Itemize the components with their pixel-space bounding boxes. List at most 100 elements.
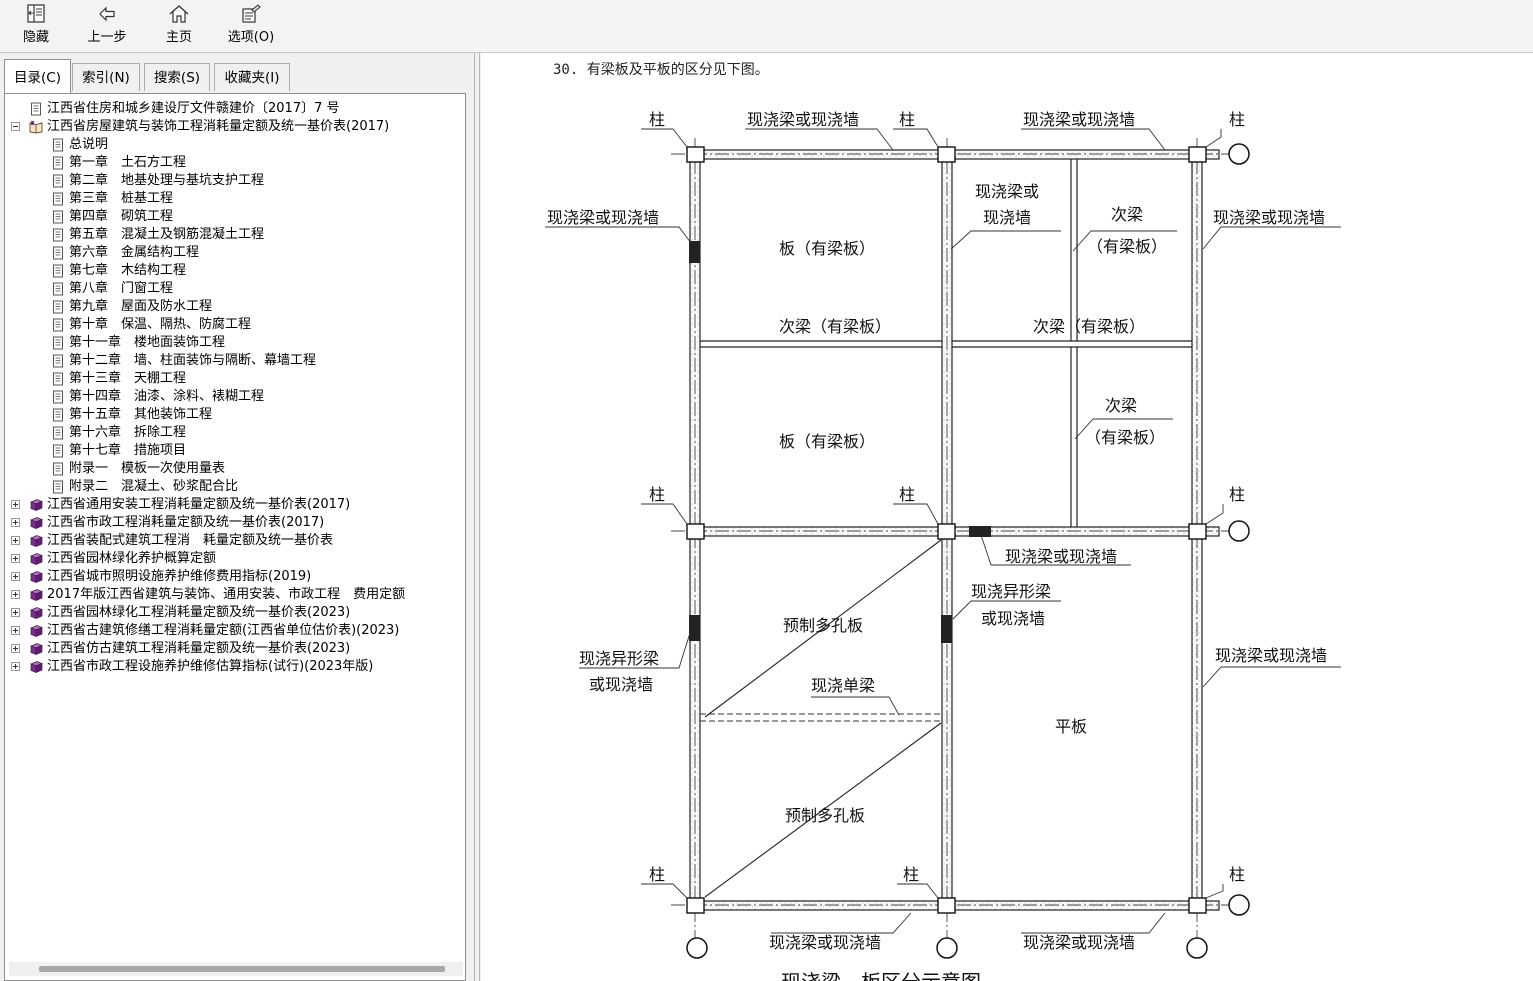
tree-item[interactable]: 第二章 地基处理与基坑支护工程 <box>5 172 465 190</box>
page-icon <box>53 174 63 188</box>
tree-item-label: 2017年版江西省建筑与装饰、通用安装、市政工程 费用定额 <box>47 587 406 602</box>
content-pane: 30. 有梁板及平板的区分见下图。 柱 柱 柱 柱 柱 柱 柱 柱 柱 现浇梁或… <box>481 53 1533 981</box>
expand-icon[interactable] <box>11 626 20 635</box>
tree-item[interactable]: 江西省园林绿化工程消耗量定额及统一基价表(2023) <box>5 604 465 622</box>
options-button[interactable]: 选项(O) <box>218 4 284 50</box>
expand-icon[interactable] <box>11 590 20 599</box>
tree-item[interactable]: 第十一章 楼地面装饰工程 <box>5 334 465 352</box>
expand-icon[interactable] <box>11 572 20 581</box>
tree-item-label: 江西省装配式建筑工程消 耗量定额及统一基价表 <box>47 533 334 548</box>
expand-icon[interactable] <box>11 536 20 545</box>
tree-item[interactable]: 第十七章 措施项目 <box>5 442 465 460</box>
tree-item[interactable]: 江西省古建筑修缮工程消耗量定额(江西省单位估价表)(2023) <box>5 622 465 640</box>
tree-item[interactable]: 第一章 土石方工程 <box>5 154 465 172</box>
label-secondary-beam-2-paren: （有梁板） <box>1085 428 1165 447</box>
tree-item[interactable]: 第十章 保温、隔热、防腐工程 <box>5 316 465 334</box>
tree-item-label: 江西省园林绿化养护概算定额 <box>47 551 217 566</box>
book-icon <box>30 589 43 602</box>
back-arrow-icon <box>99 6 115 22</box>
page-icon <box>31 102 41 116</box>
label-middle-beam-wall: 现浇梁或现浇墙 <box>1005 547 1117 566</box>
page-icon <box>53 210 63 224</box>
book-icon <box>30 607 43 620</box>
tree-item[interactable]: 2017年版江西省建筑与装饰、通用安装、市政工程 费用定额 <box>5 586 465 604</box>
tree-item[interactable]: 第六章 金属结构工程 <box>5 244 465 262</box>
tab-index[interactable]: 索引(N) <box>72 63 140 91</box>
tree-item[interactable]: 江西省通用安装工程消耗量定额及统一基价表(2017) <box>5 496 465 514</box>
label-flat-slab: 平板 <box>1055 717 1087 736</box>
page-icon <box>53 138 63 152</box>
tree-item-label: 第十七章 措施项目 <box>69 443 187 458</box>
tree-item[interactable]: 江西省城市照明设施养护维修费用指标(2019) <box>5 568 465 586</box>
tree-item[interactable]: 江西省住房和城乡建设厅文件赣建价〔2017〕7 号 <box>5 100 465 118</box>
tree-item[interactable]: 第十六章 拆除工程 <box>5 424 465 442</box>
tab-contents[interactable]: 目录(C) <box>4 59 71 93</box>
tree-item[interactable]: 第五章 混凝土及钢筋混凝土工程 <box>5 226 465 244</box>
horizontal-scrollbar[interactable] <box>9 962 463 976</box>
tree-item[interactable]: 总说明 <box>5 136 465 154</box>
expand-icon[interactable] <box>11 608 20 617</box>
tree-item[interactable]: 江西省仿古建筑工程消耗量定额及统一基价表(2023) <box>5 640 465 658</box>
scrollbar-thumb[interactable] <box>39 966 445 972</box>
tree-item[interactable]: 第十四章 油漆、涂料、裱糊工程 <box>5 388 465 406</box>
tree-item[interactable]: 江西省市政工程设施养护维修估算指标(试行)(2023年版) <box>5 658 465 676</box>
home-button[interactable]: 主页 <box>156 4 202 50</box>
tree-item-label: 附录一 模板一次使用量表 <box>69 461 226 476</box>
tree-item[interactable]: 第八章 门窗工程 <box>5 280 465 298</box>
tree-item[interactable]: 第十三章 天棚工程 <box>5 370 465 388</box>
tree-item[interactable]: 第七章 木结构工程 <box>5 262 465 280</box>
tree-item-label: 第十四章 油漆、涂料、裱糊工程 <box>69 389 265 404</box>
page-icon <box>53 246 63 260</box>
book-icon <box>30 625 43 638</box>
expand-icon[interactable] <box>11 518 20 527</box>
tab-favorites[interactable]: 收藏夹(I) <box>214 63 290 91</box>
tab-search[interactable]: 搜索(S) <box>144 63 210 91</box>
tree-item[interactable]: 江西省市政工程消耗量定额及统一基价表(2017) <box>5 514 465 532</box>
page-icon <box>53 300 63 314</box>
tree-item-label: 第十一章 楼地面装饰工程 <box>69 335 226 350</box>
tree-item[interactable]: 第十五章 其他装饰工程 <box>5 406 465 424</box>
label-column-5: 柱 <box>899 485 915 504</box>
label-slab-1: 板（有梁板） <box>779 239 875 258</box>
tree-item-label: 江西省城市照明设施养护维修费用指标(2019) <box>47 569 312 584</box>
tree-item[interactable]: 附录二 混凝土、砂浆配合比 <box>5 478 465 496</box>
book-icon <box>30 571 43 584</box>
expand-icon[interactable] <box>11 644 20 653</box>
book-icon <box>30 553 43 566</box>
tree-item-label: 第一章 土石方工程 <box>69 155 187 170</box>
label-precast-slab-1: 预制多孔板 <box>783 616 863 635</box>
single-beam-dashed <box>700 713 942 722</box>
expand-icon[interactable] <box>11 554 20 563</box>
label-column-1: 柱 <box>649 110 665 129</box>
book-icon <box>30 517 43 530</box>
label-special-beam-center-l1: 现浇异形梁 <box>971 582 1051 601</box>
beam-slab-diagram: 柱 柱 柱 柱 柱 柱 柱 柱 柱 现浇梁或现浇墙 现浇梁或现浇墙 现浇梁或现浇… <box>545 110 1341 981</box>
label-column-7: 柱 <box>649 865 665 884</box>
label-single-beam: 现浇单梁 <box>811 676 875 695</box>
collapse-icon[interactable] <box>11 122 20 131</box>
options-icon <box>242 4 261 23</box>
label-bottom-beam-2: 现浇梁或现浇墙 <box>1023 933 1135 952</box>
tree-item[interactable]: 第三章 桩基工程 <box>5 190 465 208</box>
page-icon <box>53 444 63 458</box>
label-bottom-beam-1: 现浇梁或现浇墙 <box>769 933 881 952</box>
back-button[interactable]: 上一步 <box>78 4 136 50</box>
tree-item[interactable]: 江西省园林绿化养护概算定额 <box>5 550 465 568</box>
tree-item[interactable]: 附录一 模板一次使用量表 <box>5 460 465 478</box>
tree-item[interactable]: 第十二章 墙、柱面装饰与隔断、幕墙工程 <box>5 352 465 370</box>
tree-item-label: 江西省住房和城乡建设厅文件赣建价〔2017〕7 号 <box>47 101 340 116</box>
expand-icon[interactable] <box>11 500 20 509</box>
page-icon <box>53 390 63 404</box>
tree-item[interactable]: 第九章 屋面及防水工程 <box>5 298 465 316</box>
tree-item-label: 第十三章 天棚工程 <box>69 371 187 386</box>
label-top-beam-1: 现浇梁或现浇墙 <box>747 110 859 129</box>
hide-button[interactable]: 隐藏 <box>14 4 58 50</box>
back-label: 上一步 <box>87 30 127 45</box>
tree-item[interactable]: 江西省房屋建筑与装饰工程消耗量定额及统一基价表(2017) <box>5 118 465 136</box>
label-right-beam-wall: 现浇梁或现浇墙 <box>1213 208 1325 227</box>
tree-item[interactable]: 江西省装配式建筑工程消 耗量定额及统一基价表 <box>5 532 465 550</box>
open-book-icon <box>29 121 43 134</box>
pane-splitter[interactable] <box>474 53 480 981</box>
expand-icon[interactable] <box>11 662 20 671</box>
tree-item[interactable]: 第四章 砌筑工程 <box>5 208 465 226</box>
